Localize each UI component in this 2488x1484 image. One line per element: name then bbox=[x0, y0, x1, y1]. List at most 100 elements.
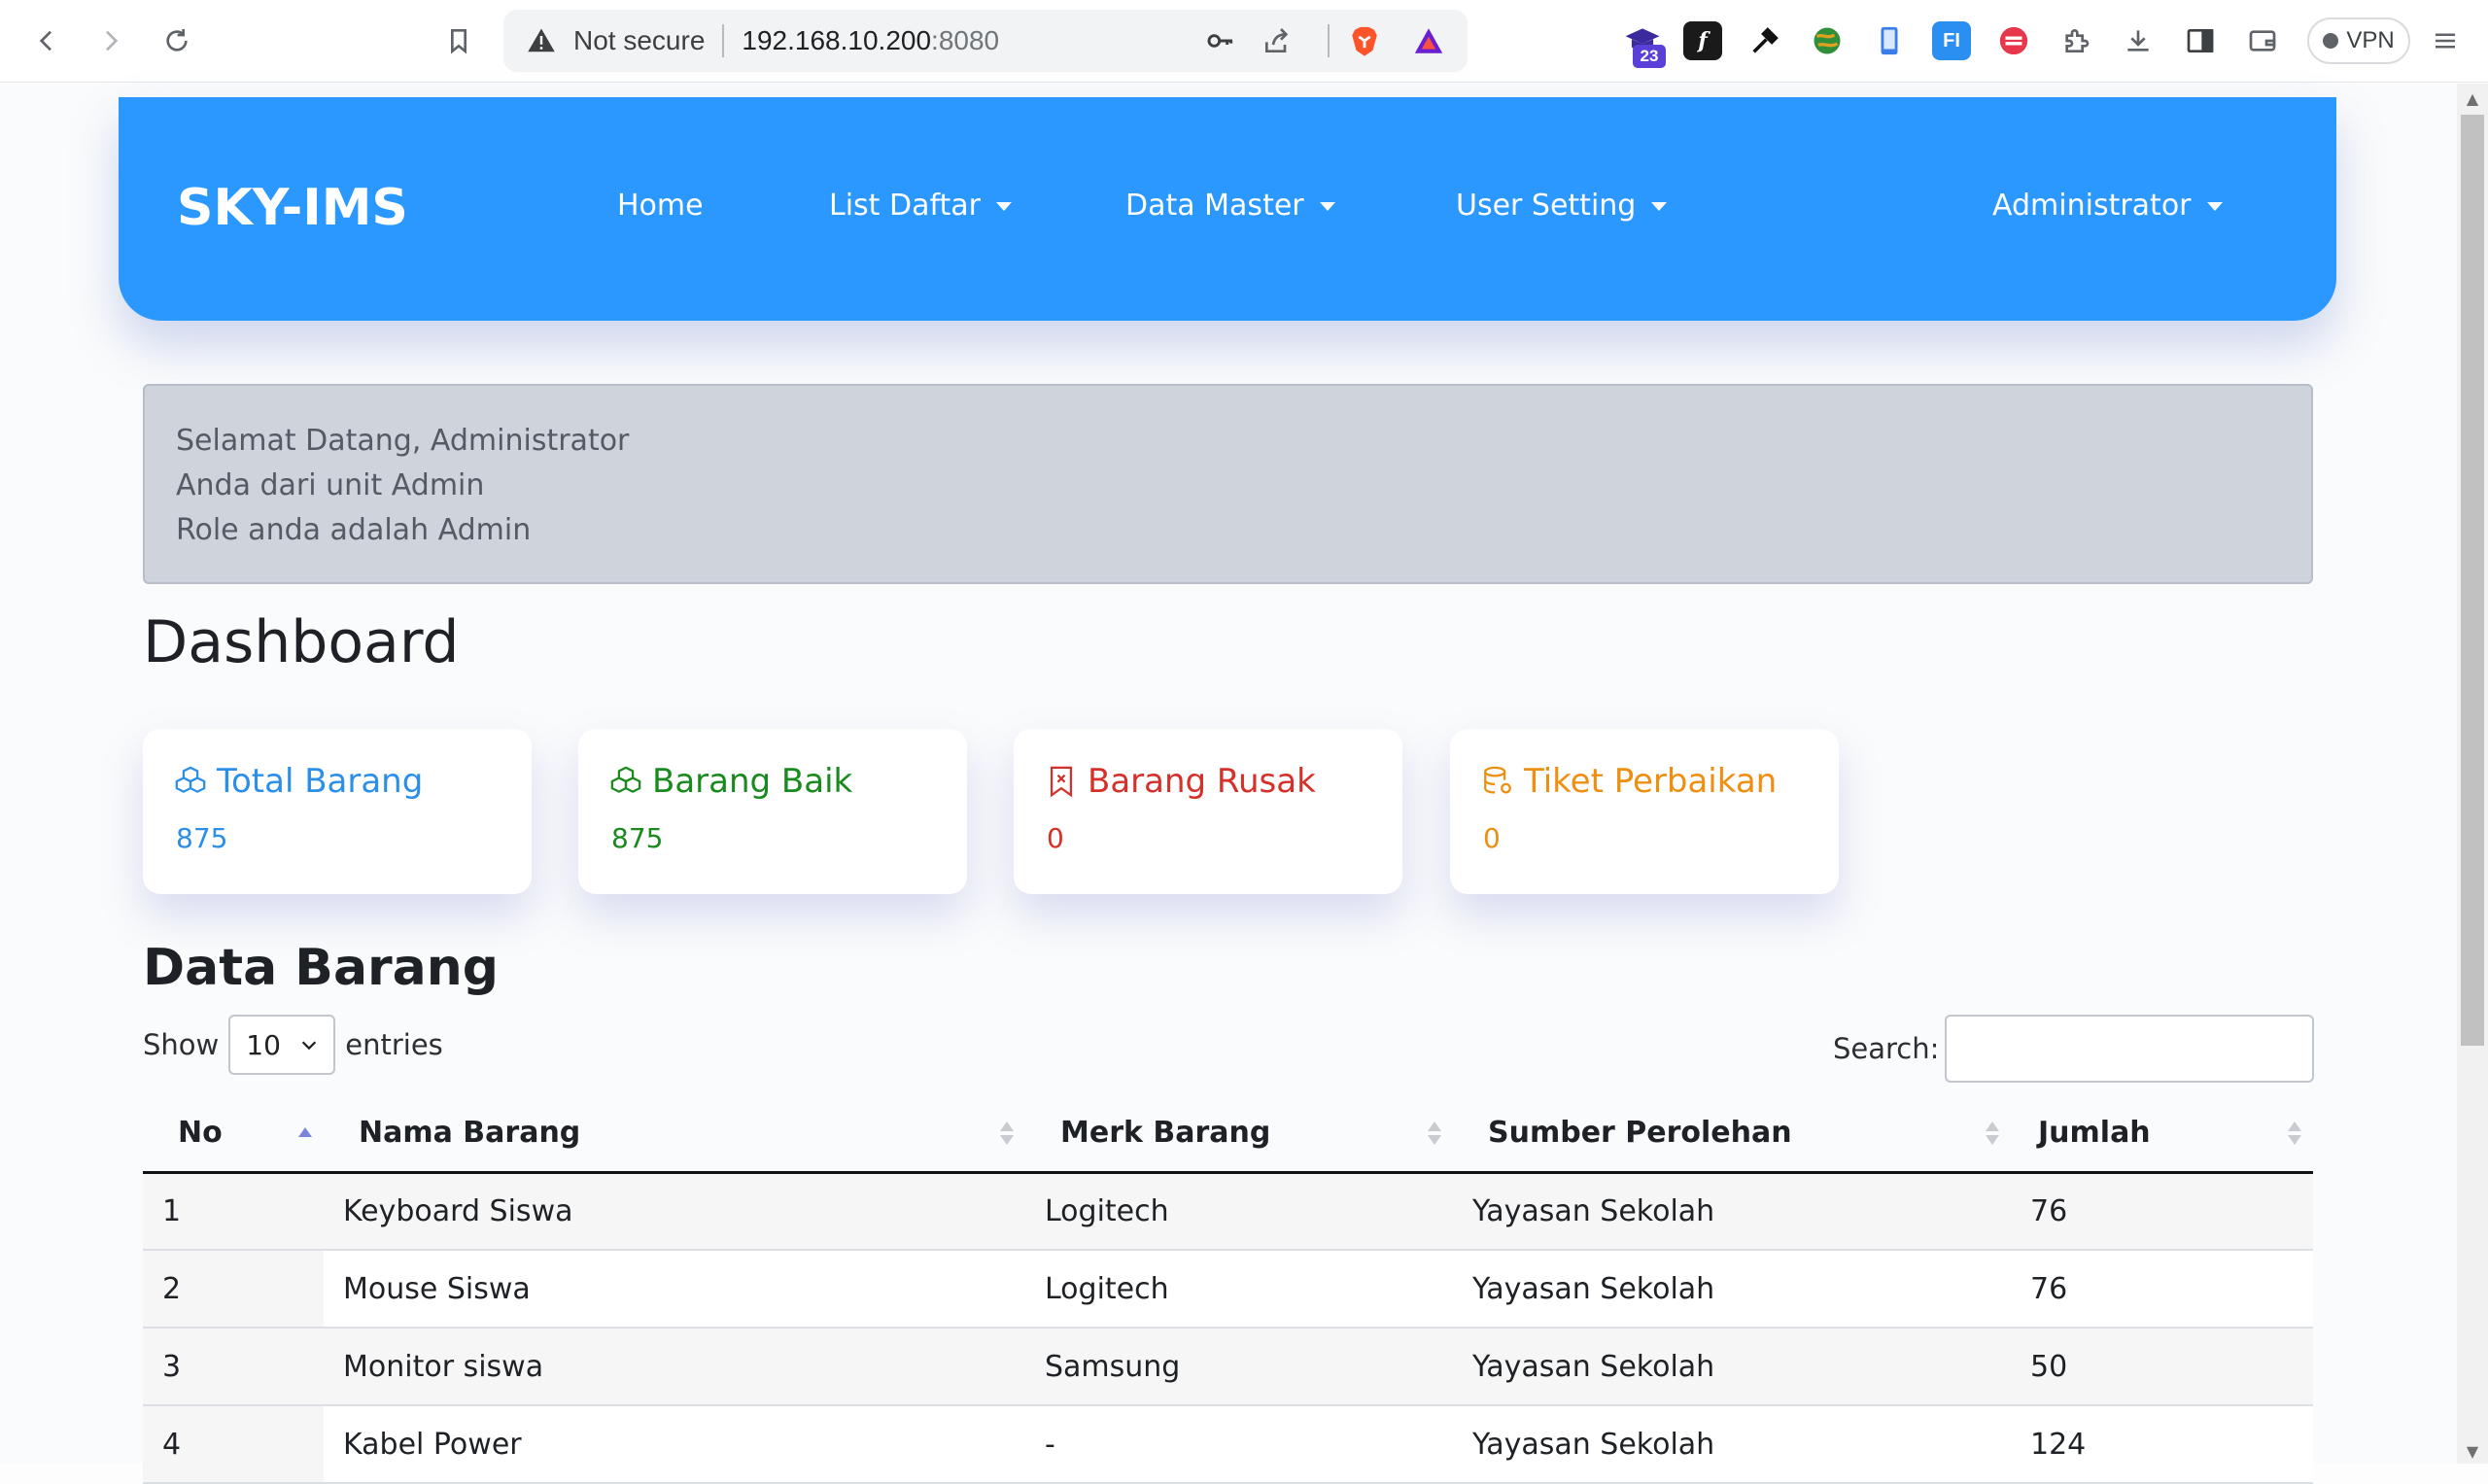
formula-icon[interactable]: f bbox=[1683, 21, 1722, 60]
reload-icon[interactable] bbox=[156, 19, 198, 62]
eyedropper-icon[interactable] bbox=[1745, 21, 1784, 60]
address-separator bbox=[722, 24, 725, 57]
scroll-up-icon[interactable]: ▲ bbox=[2463, 89, 2482, 109]
url-host: 192.168.10.200 bbox=[742, 25, 932, 55]
share-icon[interactable] bbox=[1260, 23, 1295, 58]
vpn-button[interactable]: VPN bbox=[2307, 17, 2410, 64]
cell-sumber-perolehan: Yayasan Sekolah bbox=[1453, 1405, 2011, 1484]
url-text[interactable]: 192.168.10.200:8080 bbox=[742, 25, 999, 56]
card-value: 875 bbox=[176, 822, 228, 854]
back-icon[interactable] bbox=[25, 19, 68, 62]
boxes-icon bbox=[175, 766, 206, 793]
bookmark-x-icon bbox=[1050, 766, 1073, 798]
cell-nama-barang: Monitor siswa bbox=[324, 1328, 1025, 1406]
table-row[interactable]: 4 Kabel Power - Yayasan Sekolah 124 bbox=[143, 1405, 2313, 1484]
column-header-merk-barang[interactable]: Merk Barang bbox=[1025, 1094, 1453, 1174]
cell-jumlah: 50 bbox=[2011, 1328, 2313, 1406]
address-separator-2 bbox=[1328, 24, 1330, 57]
welcome-alert: Selamat Datang, Administrator Anda dari … bbox=[143, 384, 2313, 584]
security-label[interactable]: Not secure bbox=[573, 25, 705, 56]
cell-merk-barang: - bbox=[1025, 1405, 1453, 1484]
show-label: Show bbox=[143, 1028, 220, 1061]
download-icon[interactable] bbox=[2119, 21, 2158, 60]
wallet-icon[interactable] bbox=[2243, 21, 2282, 60]
browser-toolbar: Not secure 192.168.10.200:8080 23 f FI V… bbox=[0, 0, 2488, 83]
sort-icon bbox=[1986, 1122, 1999, 1149]
forward-icon[interactable] bbox=[89, 19, 132, 62]
vpn-status-icon bbox=[2323, 33, 2339, 49]
column-header-label: No bbox=[178, 1115, 223, 1150]
brave-shield-icon[interactable] bbox=[1347, 23, 1382, 58]
column-header-sumber-perolehan[interactable]: Sumber Perolehan bbox=[1453, 1094, 2011, 1174]
card-barang-rusak[interactable]: Barang Rusak 0 bbox=[1014, 729, 1402, 894]
card-barang-baik[interactable]: Barang Baik 875 bbox=[578, 729, 967, 894]
top-navbar: SKY-IMS Home List Daftar Data Master Use… bbox=[119, 97, 2336, 321]
column-header-label: Jumlah bbox=[2038, 1115, 2151, 1150]
table-row[interactable]: 1 Keyboard Siswa Logitech Yayasan Sekola… bbox=[143, 1172, 2313, 1251]
role-line: Role anda adalah Admin bbox=[176, 513, 532, 547]
card-value: 0 bbox=[1483, 822, 1501, 854]
column-header-no[interactable]: No bbox=[143, 1094, 324, 1174]
cell-sumber-perolehan: Yayasan Sekolah bbox=[1453, 1250, 2011, 1329]
page-title: Dashboard bbox=[143, 608, 460, 676]
card-value: 0 bbox=[1047, 822, 1064, 854]
table-row[interactable]: 2 Mouse Siswa Logitech Yayasan Sekolah 7… bbox=[143, 1250, 2313, 1329]
cell-merk-barang: Logitech bbox=[1025, 1250, 1453, 1329]
cell-no: 2 bbox=[143, 1250, 324, 1329]
entries-label: entries bbox=[345, 1028, 443, 1061]
table-row[interactable]: 3 Monitor siswa Samsung Yayasan Sekolah … bbox=[143, 1328, 2313, 1406]
menu-icon[interactable] bbox=[2426, 21, 2465, 60]
card-value: 875 bbox=[611, 822, 664, 854]
unit-line: Anda dari unit Admin bbox=[176, 468, 485, 502]
boxes-icon bbox=[610, 766, 641, 793]
nav-user-setting-label: User Setting bbox=[1456, 189, 1637, 223]
nav-home[interactable]: Home bbox=[617, 189, 704, 223]
card-tiket-perbaikan[interactable]: Tiket Perbaikan 0 bbox=[1450, 729, 1839, 894]
font-ninja-icon[interactable]: FI bbox=[1932, 21, 1971, 60]
page-length-select[interactable]: 10 bbox=[228, 1015, 336, 1075]
phone-icon[interactable] bbox=[1870, 21, 1909, 60]
table-header-row: No Nama Barang Merk Barang Sumber Perole… bbox=[143, 1094, 2313, 1174]
brand-logo[interactable]: SKY-IMS bbox=[177, 179, 408, 237]
page-length-value: 10 bbox=[246, 1028, 281, 1061]
welcome-line: Selamat Datang, Administrator bbox=[176, 424, 630, 458]
cell-merk-barang: Logitech bbox=[1025, 1172, 1453, 1251]
column-header-jumlah[interactable]: Jumlah bbox=[2011, 1094, 2313, 1174]
database-gear-icon bbox=[1484, 766, 1511, 794]
cell-nama-barang: Mouse Siswa bbox=[324, 1250, 1025, 1329]
nav-user-menu[interactable]: Administrator bbox=[1992, 189, 2223, 223]
nav-data-master[interactable]: Data Master bbox=[1125, 189, 1335, 223]
bookmark-icon[interactable] bbox=[437, 19, 480, 62]
chevron-down-icon bbox=[1651, 202, 1668, 211]
chevron-down-icon bbox=[302, 1041, 317, 1051]
data-table: No Nama Barang Merk Barang Sumber Perole… bbox=[143, 1094, 2313, 1484]
card-total-barang[interactable]: Total Barang 875 bbox=[143, 729, 532, 894]
brave-rewards-icon[interactable] bbox=[1411, 23, 1446, 58]
puzzle-icon[interactable] bbox=[2056, 21, 2095, 60]
nav-user-menu-label: Administrator bbox=[1992, 189, 2192, 223]
key-icon[interactable] bbox=[1203, 23, 1238, 58]
sort-icon bbox=[2288, 1122, 2301, 1149]
lastpass-icon[interactable] bbox=[1994, 21, 2033, 60]
cell-jumlah: 76 bbox=[2011, 1250, 2313, 1329]
scroll-down-icon[interactable]: ▼ bbox=[2463, 1442, 2482, 1462]
column-header-nama-barang[interactable]: Nama Barang bbox=[324, 1094, 1025, 1174]
search-input[interactable] bbox=[1945, 1015, 2315, 1083]
globe-icon[interactable] bbox=[1808, 21, 1847, 60]
nav-list-daftar[interactable]: List Daftar bbox=[829, 189, 1012, 223]
cell-merk-barang: Samsung bbox=[1025, 1328, 1453, 1406]
card-title-text: Total Barang bbox=[217, 762, 424, 801]
scrollbar-thumb[interactable] bbox=[2461, 115, 2484, 1046]
card-title-text: Barang Baik bbox=[652, 762, 853, 801]
nav-user-setting[interactable]: User Setting bbox=[1456, 189, 1668, 223]
warning-icon[interactable] bbox=[527, 26, 556, 55]
page-content: SKY-IMS Home List Daftar Data Master Use… bbox=[0, 84, 2457, 1484]
nav-list-daftar-label: List Daftar bbox=[829, 189, 981, 223]
sort-icon bbox=[1428, 1122, 1441, 1149]
sidebar-icon[interactable] bbox=[2181, 21, 2220, 60]
sort-icon bbox=[1000, 1122, 1014, 1149]
address-bar[interactable]: Not secure 192.168.10.200:8080 bbox=[503, 10, 1468, 72]
column-header-label: Merk Barang bbox=[1060, 1115, 1271, 1150]
sort-asc-icon bbox=[298, 1122, 312, 1149]
cell-nama-barang: Keyboard Siswa bbox=[324, 1172, 1025, 1251]
